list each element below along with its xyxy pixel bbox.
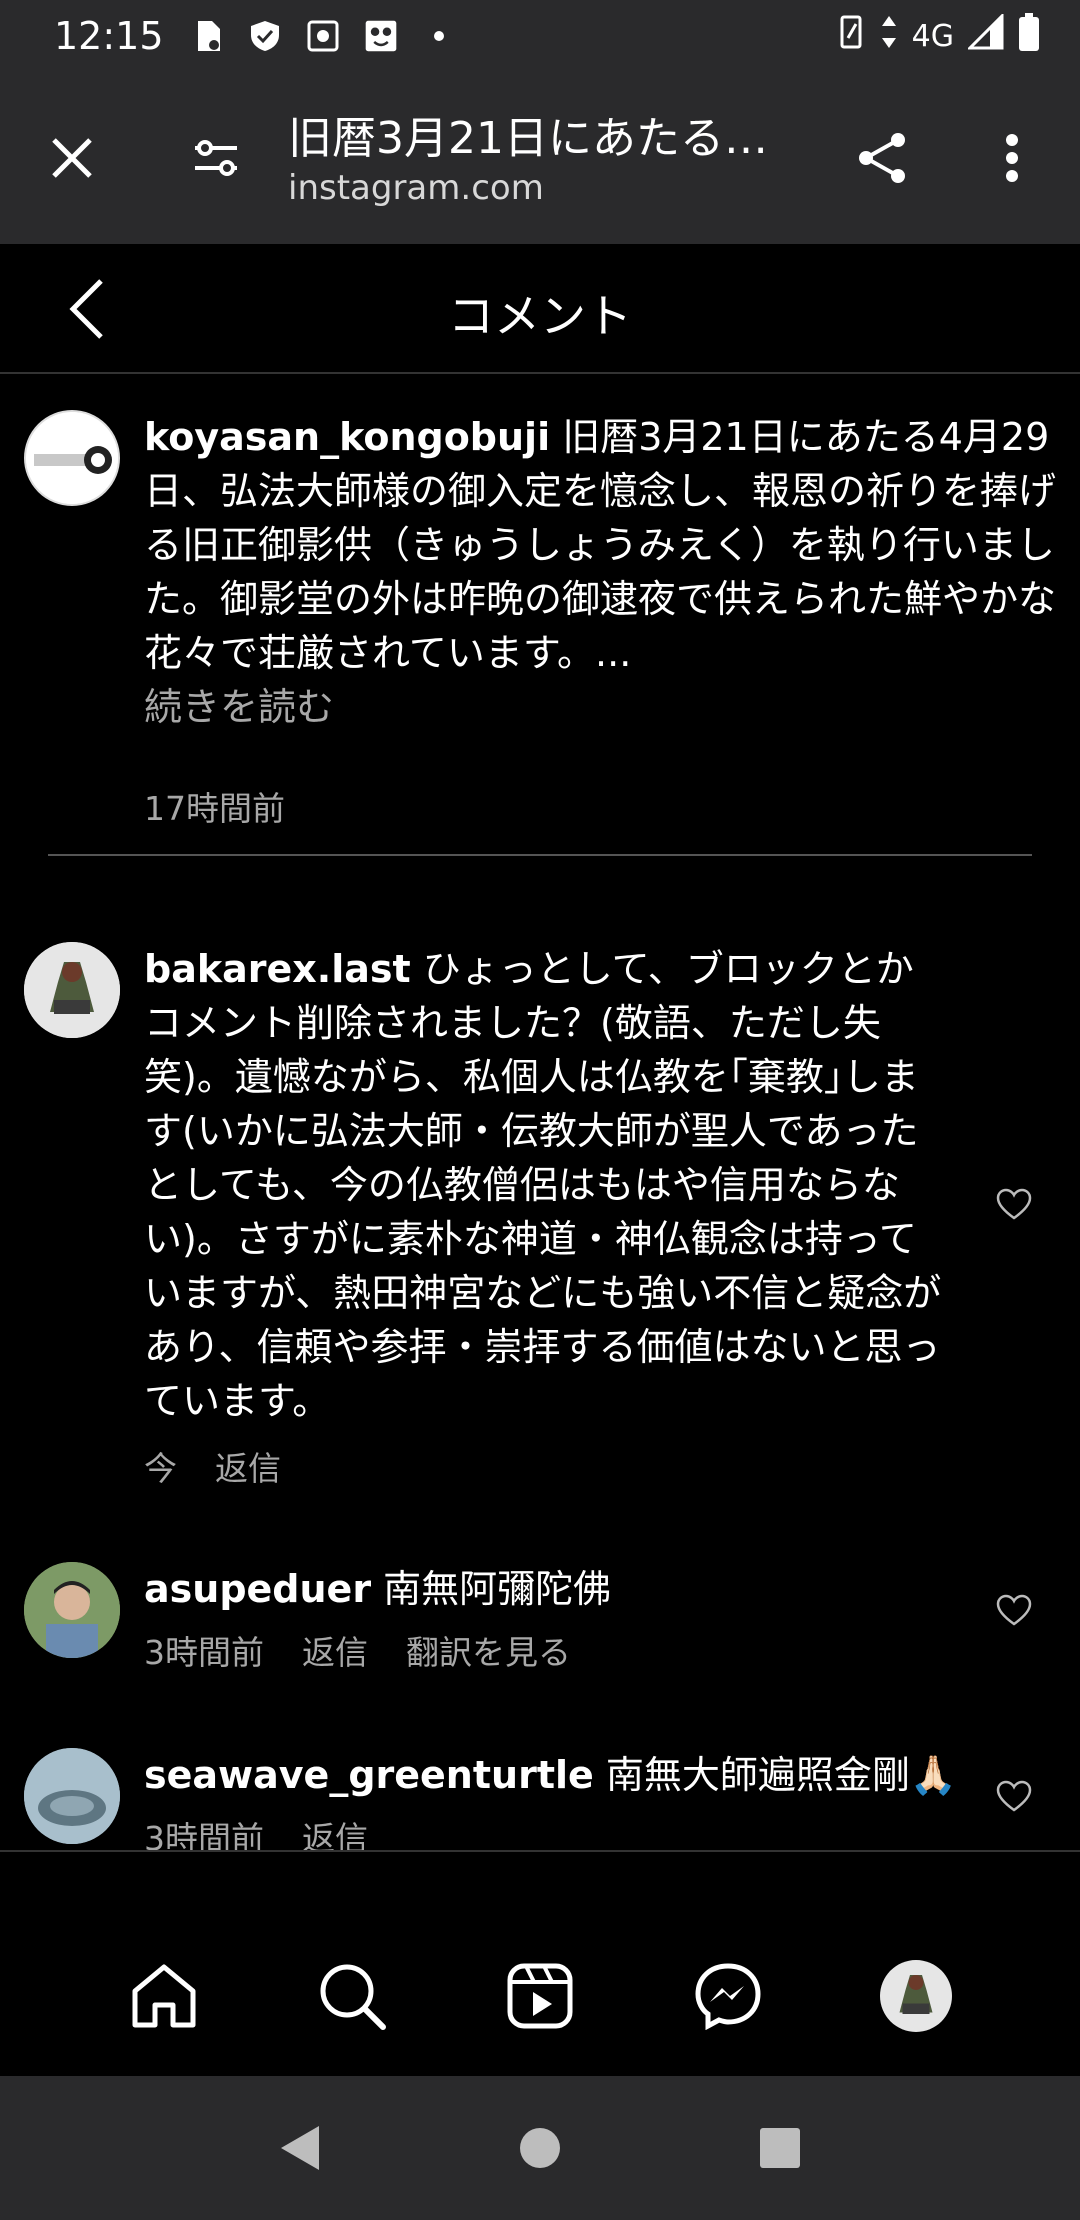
comment-text: 南無阿彌陀佛 [383,1567,612,1611]
reels-icon [507,1963,573,2029]
triangle-back-icon [281,2126,319,2170]
page-domain: instagram.com [288,168,544,208]
page-title-text: 旧暦3月21日にあたる… [288,113,768,164]
username[interactable]: asupeduer [144,1567,371,1611]
divider [48,854,1032,856]
bottom-navigation [0,1916,1080,2076]
timestamp: 17時間前 [144,789,285,828]
username[interactable]: seawave_greenturtle [144,1753,594,1797]
nav-messenger[interactable] [683,1951,773,2041]
square-recents-icon [760,2128,800,2168]
reply-button[interactable]: 返信 [215,1442,281,1490]
avatar-image-icon [24,1562,120,1658]
face-mask-icon [364,19,398,53]
system-back-button[interactable] [260,2108,340,2188]
network-type: 4G [911,18,954,54]
site-settings-button[interactable] [180,122,252,194]
custom-tab-toolbar: 旧暦3月21日にあたる… instagram.com [0,72,1080,244]
vibrate-icon [836,14,866,58]
avatar-image-icon [24,942,120,1038]
comment-text: ひょっとして、ブロックとかコメント削除されました？(敬語、ただし失笑)。遺憾なが… [144,947,942,1423]
read-more-link[interactable]: 続きを読む [144,685,334,729]
username[interactable]: koyasan_kongobuji [144,415,550,459]
heart-icon [996,1594,1032,1626]
system-recents-button[interactable] [740,2108,820,2188]
like-button[interactable] [992,1182,1036,1226]
like-button[interactable] [992,1588,1036,1632]
status-notification-icons [190,19,456,53]
page-title: コメント [448,289,632,343]
signal-icon [966,12,1004,58]
share-button[interactable] [846,122,918,194]
circle-home-icon [520,2128,560,2168]
temple-logo-icon [26,412,118,504]
avatar[interactable] [24,942,120,1038]
overflow-menu-button[interactable] [976,122,1048,194]
more-vertical-icon [1006,134,1018,182]
avatar[interactable] [24,410,120,506]
nav-search[interactable] [307,1951,397,2041]
comment-text-block: seawave_greenturtle 南無大師遍照金剛🙏🏻 [144,1748,974,1802]
close-tab-button[interactable] [36,122,108,194]
nav-reels[interactable] [495,1951,585,2041]
tune-icon [195,140,237,176]
comment-meta: 今 返信 [144,1442,281,1490]
battery-icon [1018,12,1040,60]
timestamp: 3時間前 [144,1633,264,1672]
home-icon [132,1964,196,2028]
caption-text-block: koyasan_kongobuji 旧暦3月21日にあたる4月29日、弘法大師様… [144,410,1064,734]
like-button[interactable] [992,1774,1036,1818]
comments-list: koyasan_kongobuji 旧暦3月21日にあたる4月29日、弘法大師様… [0,376,1080,1852]
reply-button[interactable]: 返信 [302,1626,368,1674]
search-icon [320,1964,386,2030]
comment-text-block: asupeduer 南無阿彌陀佛 [144,1562,964,1616]
avatar[interactable] [24,1748,120,1844]
data-arrows-icon [880,14,898,58]
settings-box-icon [306,19,340,53]
translate-button[interactable]: 翻訳を見る [406,1626,571,1674]
timestamp: 今 [144,1449,177,1488]
avatar[interactable] [24,1562,120,1658]
share-icon [859,133,905,183]
messenger-icon [695,1963,761,2030]
shield-icon [248,19,282,53]
comment-text-block: bakarex.last ひょっとして、ブロックとかコメント削除されました？(敬… [144,942,944,1428]
comment-meta: 3時間前 返信 [144,1812,368,1852]
dot-icon [422,19,456,53]
username[interactable]: bakarex.last [144,947,411,991]
system-navigation [0,2076,1080,2220]
system-home-button[interactable] [500,2108,580,2188]
comment-meta: 3時間前 返信 翻訳を見る [144,1626,571,1674]
sd-card-icon [190,19,224,53]
comment-meta: 17時間前 [144,782,285,830]
timestamp: 3時間前 [144,1819,264,1852]
status-time: 12:15 [54,14,164,58]
heart-icon [996,1188,1032,1220]
comments-header: コメント [0,244,1080,374]
avatar-image-icon [24,1748,120,1844]
status-bar: 12:15 4G [0,0,1080,72]
close-icon [52,138,92,178]
reply-button[interactable]: 返信 [302,1812,368,1850]
nav-profile[interactable] [871,1951,961,2041]
profile-avatar [880,1960,952,2032]
comment-text: 南無大師遍照金剛🙏🏻 [605,1753,958,1797]
heart-icon [996,1780,1032,1812]
nav-home[interactable] [119,1951,209,2041]
status-system-icons: 4G [836,12,1040,60]
